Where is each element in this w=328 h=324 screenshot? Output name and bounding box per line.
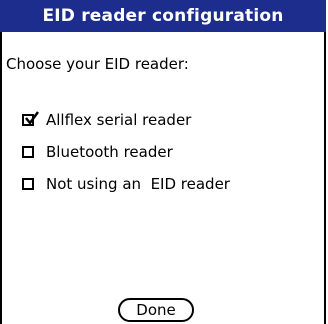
option-bluetooth-reader[interactable]: Bluetooth reader [22,143,173,161]
done-button[interactable]: Done [118,298,194,322]
checkbox-not-using-eid-reader[interactable] [22,178,34,190]
option-label: Bluetooth reader [46,143,173,161]
checkmark-icon [25,111,39,126]
option-label: Not using an EID reader [46,175,230,193]
option-not-using-eid-reader[interactable]: Not using an EID reader [22,175,230,193]
prompt-text: Choose your EID reader: [6,55,189,73]
option-label: Allflex serial reader [46,111,192,129]
checkbox-allflex-serial-reader[interactable] [22,111,39,126]
dialog-title: EID reader configuration [42,6,284,26]
checkbox-bluetooth-reader[interactable] [22,146,34,158]
dialog-title-bar: EID reader configuration [0,0,326,32]
option-allflex-serial-reader[interactable]: Allflex serial reader [22,111,191,129]
